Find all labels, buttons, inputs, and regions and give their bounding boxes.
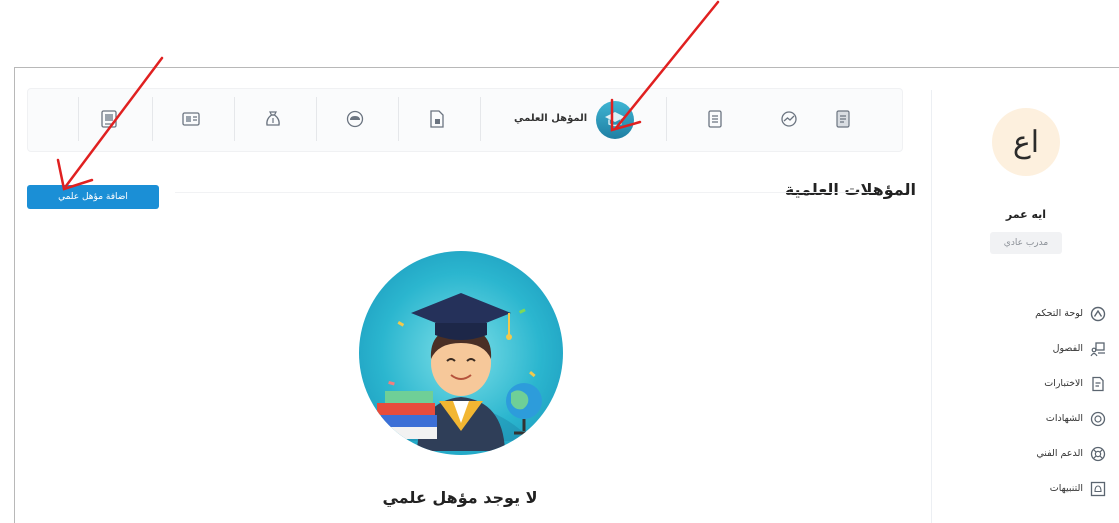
sidebar-item-label: الدعم الفني xyxy=(1036,448,1083,459)
sidebar-item-support[interactable]: الدعم الفني xyxy=(966,436,1106,471)
sidebar-item-classes[interactable]: الفصول xyxy=(966,331,1106,366)
tab-qualification[interactable] xyxy=(596,101,634,139)
empty-state-title: لا يوجد مؤهل علمي xyxy=(382,488,538,507)
tab-separator xyxy=(152,97,153,141)
document-icon[interactable] xyxy=(826,102,860,136)
tab-separator xyxy=(666,97,667,141)
tab-separator xyxy=(234,97,235,141)
exam-icon xyxy=(1090,376,1106,392)
sidebar-item-label: لوحة التحكم xyxy=(1035,308,1083,319)
user-role-badge: مدرب عادي xyxy=(990,232,1062,254)
sidebar-nav: لوحة التحكم الفصول الاختبارات الشهادات ا… xyxy=(966,296,1106,506)
image-icon[interactable] xyxy=(92,102,126,136)
sidebar-item-label: الشهادات xyxy=(1045,413,1083,424)
tab-separator xyxy=(316,97,317,141)
tab-qualification-label[interactable]: المؤهل العلمي xyxy=(514,113,587,124)
support-icon xyxy=(1090,446,1106,462)
chart-icon[interactable] xyxy=(772,102,806,136)
app-window: اع ايه عمر مدرب عادي لوحة التحكم الفصول xyxy=(14,67,1119,523)
list-icon[interactable] xyxy=(698,102,732,136)
tab-separator xyxy=(480,97,481,141)
avatar[interactable]: اع xyxy=(992,108,1060,176)
sidebar-item-certificates[interactable]: الشهادات xyxy=(966,401,1106,436)
sidebar-item-exams[interactable]: الاختبارات xyxy=(966,366,1106,401)
certificate-icon xyxy=(1090,411,1106,427)
title-divider xyxy=(175,192,875,193)
page-title: المؤهلات العلمية xyxy=(784,180,916,199)
classroom-icon xyxy=(1090,341,1106,357)
notifications-icon xyxy=(1090,481,1106,497)
user-name: ايه عمر xyxy=(1005,208,1047,221)
empty-state-illustration xyxy=(359,251,563,455)
tab-separator xyxy=(398,97,399,141)
cloud-icon[interactable] xyxy=(338,102,372,136)
sidebar-item-label: الاختبارات xyxy=(1044,378,1083,389)
sidebar: اع ايه عمر مدرب عادي لوحة التحكم الفصول xyxy=(931,90,1119,523)
dashboard-icon xyxy=(1090,306,1106,322)
sidebar-item-notifications[interactable]: التنبيهات xyxy=(966,471,1106,506)
sidebar-item-label: الفصول xyxy=(1052,343,1083,354)
id-card-icon[interactable] xyxy=(174,102,208,136)
sidebar-item-label: التنبيهات xyxy=(1049,483,1083,494)
tab-separator xyxy=(78,97,79,141)
money-bag-icon[interactable] xyxy=(256,102,290,136)
add-qualification-button[interactable]: اضافة مؤهل علمي xyxy=(27,185,159,209)
profile-tabs-bar: المؤهل العلمي xyxy=(27,88,903,152)
graduation-cap-icon xyxy=(605,112,625,127)
sidebar-item-dashboard[interactable]: لوحة التحكم xyxy=(966,296,1106,331)
avatar-initials: اع xyxy=(1012,124,1040,160)
graduate-illustration xyxy=(375,293,542,451)
file-icon[interactable] xyxy=(420,102,454,136)
